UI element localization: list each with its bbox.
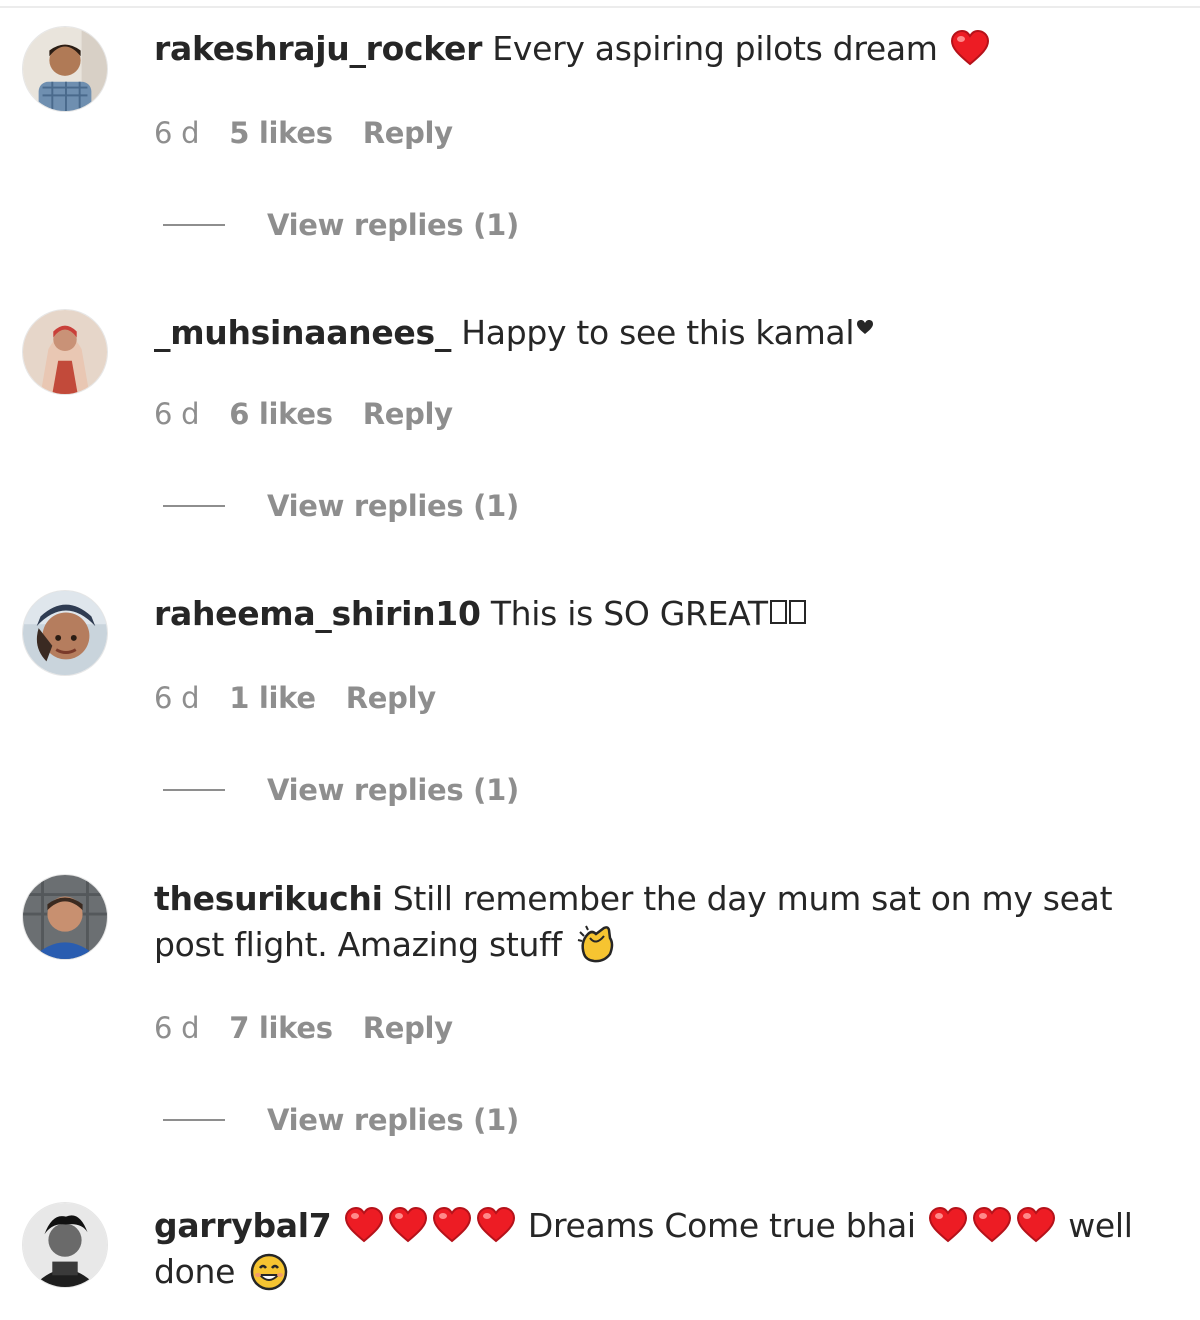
likes-count[interactable]: 1 like (229, 681, 316, 715)
avatar[interactable] (22, 874, 108, 960)
comment-username[interactable]: raheema_shirin10 (154, 594, 481, 633)
comment-body: raheema_shirin10 This is SO GREAT (154, 591, 1164, 637)
red-heart-icon (972, 1206, 1011, 1242)
avatar[interactable] (22, 1202, 108, 1288)
red-heart-icon (432, 1206, 471, 1242)
comment-age: 6 d (154, 681, 200, 715)
comment-text: Every aspiring pilots dream (492, 29, 938, 68)
comment-username[interactable]: thesurikuchi (154, 879, 383, 918)
comment-age: 6 d (154, 397, 200, 431)
avatar[interactable] (22, 26, 108, 112)
comment-text: Happy to see this kamal (461, 313, 855, 352)
comment-meta: 6 d 6 likes Reply (154, 397, 453, 431)
top-divider (0, 6, 1200, 8)
replies-dash (163, 789, 225, 791)
comment-meta: 6 d 7 likes Reply (154, 1011, 453, 1045)
comment-username[interactable]: rakeshraju_rocker (154, 29, 482, 68)
view-replies-label: View replies (1) (267, 773, 519, 807)
red-heart-icon (344, 1206, 383, 1242)
comment-text: This is SO GREAT (490, 594, 768, 633)
red-heart-icon (1016, 1206, 1055, 1242)
missing-glyph-icon (769, 599, 787, 624)
red-heart-icon (388, 1206, 427, 1242)
view-replies-button[interactable]: View replies (1) (163, 773, 519, 807)
view-replies-label: View replies (1) (267, 208, 519, 242)
reply-button[interactable]: Reply (363, 116, 453, 150)
reply-button[interactable]: Reply (346, 681, 436, 715)
clapping-hands-icon (577, 925, 614, 962)
reply-button[interactable]: Reply (363, 1011, 453, 1045)
comment-body: thesurikuchi Still remember the day mum … (154, 876, 1164, 968)
comment-age: 6 d (154, 116, 200, 150)
avatar[interactable] (22, 590, 108, 676)
replies-dash (163, 224, 225, 226)
black-heart-icon (857, 319, 874, 334)
likes-count[interactable]: 6 likes (229, 397, 333, 431)
avatar-photo (23, 310, 107, 394)
view-replies-label: View replies (1) (267, 489, 519, 523)
comment-age: 6 d (154, 1011, 200, 1045)
replies-dash (163, 1119, 225, 1121)
comment-body: garrybal7 Dreams Come true bhai well don… (154, 1203, 1164, 1295)
red-heart-icon (476, 1206, 515, 1242)
replies-dash (163, 505, 225, 507)
likes-count[interactable]: 5 likes (229, 116, 333, 150)
avatar-photo (23, 1203, 107, 1287)
comment-body: rakeshraju_rocker Every aspiring pilots … (154, 26, 1164, 72)
comment-username[interactable]: _muhsinaanees_ (154, 313, 451, 352)
missing-glyph-icon (788, 599, 806, 624)
avatar-photo (23, 591, 107, 675)
comment-body: _muhsinaanees_ Happy to see this kamal (154, 310, 1164, 356)
avatar-photo (23, 27, 107, 111)
view-replies-label: View replies (1) (267, 1103, 519, 1137)
smiling-face-icon (251, 1253, 288, 1290)
avatar[interactable] (22, 309, 108, 395)
red-heart-icon (950, 29, 989, 65)
red-heart-icon (928, 1206, 967, 1242)
comment-username[interactable]: garrybal7 (154, 1206, 332, 1245)
comment-meta: 6 d 5 likes Reply (154, 116, 453, 150)
comment-text: Dreams Come true bhai (527, 1206, 916, 1245)
avatar-photo (23, 875, 107, 959)
reply-button[interactable]: Reply (363, 397, 453, 431)
view-replies-button[interactable]: View replies (1) (163, 489, 519, 523)
likes-count[interactable]: 7 likes (229, 1011, 333, 1045)
view-replies-button[interactable]: View replies (1) (163, 1103, 519, 1137)
comment-meta: 6 d 1 like Reply (154, 681, 436, 715)
view-replies-button[interactable]: View replies (1) (163, 208, 519, 242)
